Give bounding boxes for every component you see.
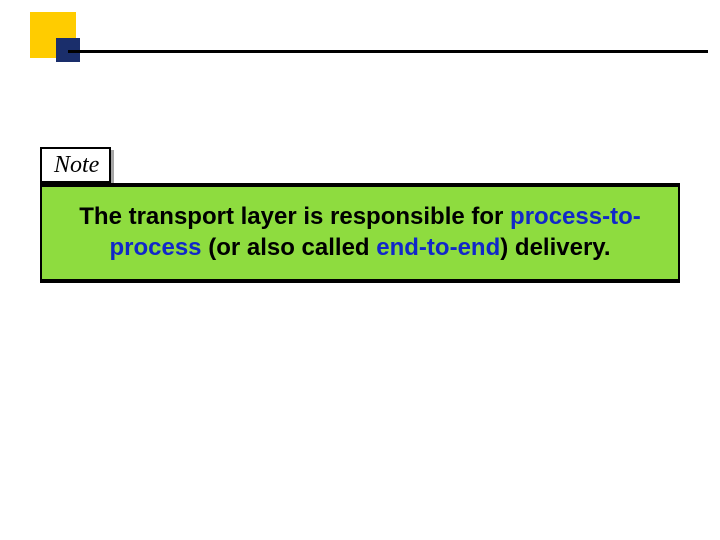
text-part2: (or also called (202, 234, 377, 261)
text-part3: ) delivery. (500, 234, 610, 261)
emphasis-end-to-end: end-to-end (376, 234, 500, 261)
note-label: Note (40, 147, 111, 183)
header-rule (68, 50, 708, 53)
slide: Note The transport layer is responsible … (0, 0, 720, 540)
text-part1: The transport layer is responsible for (79, 203, 510, 230)
note-callout: The transport layer is responsible for p… (40, 183, 680, 283)
